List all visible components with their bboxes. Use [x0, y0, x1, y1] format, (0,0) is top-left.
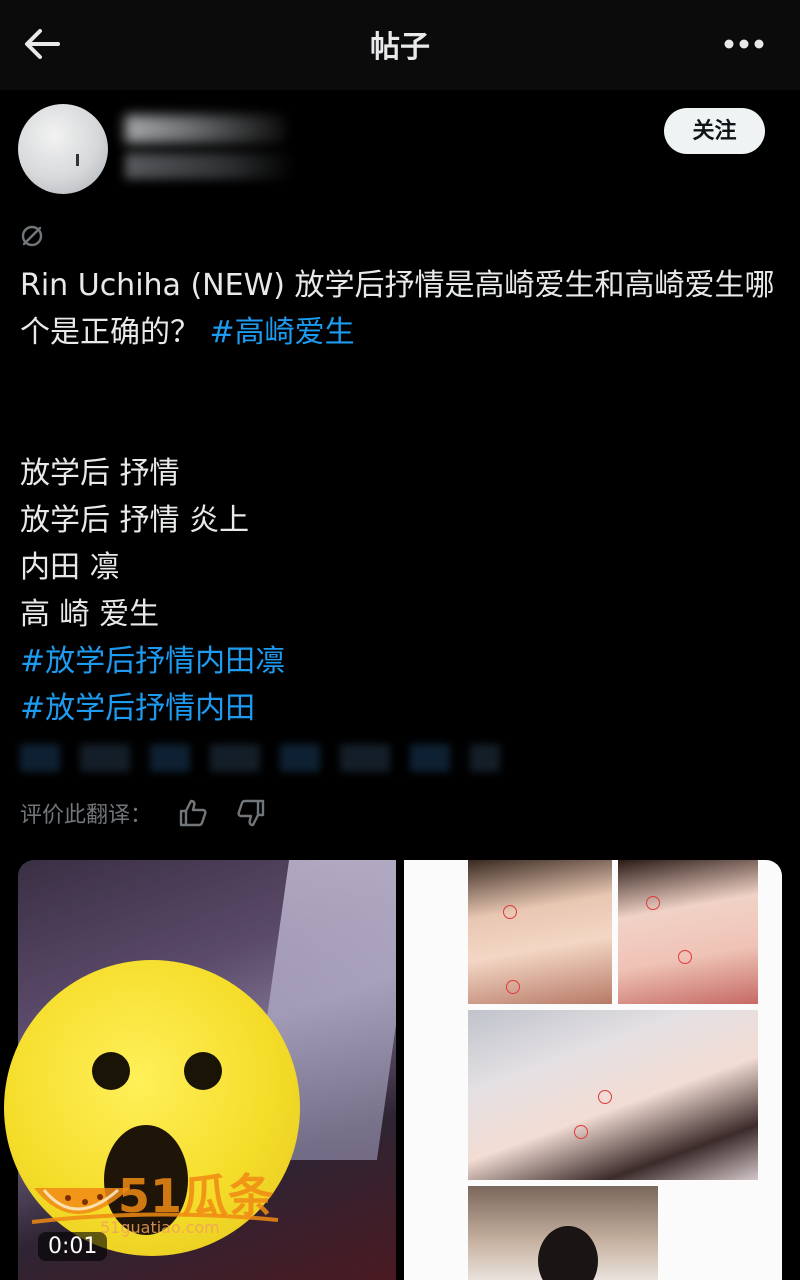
photo-face-4	[468, 1186, 658, 1280]
slashed-circle-icon	[21, 225, 43, 247]
post-line: 放学后 抒情	[20, 456, 180, 491]
photo-face-3	[468, 1010, 758, 1180]
thumbs-up-icon[interactable]	[178, 798, 208, 828]
author-name-redacted[interactable]	[125, 115, 285, 143]
page-title: 帖子	[370, 30, 430, 65]
more-horizontal-icon[interactable]	[724, 36, 764, 52]
hashtag-link[interactable]: #高崎爱生	[210, 315, 355, 350]
post-text: Rin Uchiha (NEW) 放学后抒情是高崎爱生和高崎爱生哪个是正确的？ …	[20, 262, 780, 732]
faded-text-overflow	[20, 744, 500, 772]
image-collage[interactable]	[404, 860, 782, 1280]
post-line: 内田 凛	[20, 550, 120, 585]
photo-face-1	[468, 860, 612, 1004]
hashtag-link[interactable]: #放学后抒情内田凛	[20, 638, 780, 685]
translation-rating-label: 评价此翻译：	[20, 803, 153, 828]
top-bar: 帖子	[0, 0, 800, 90]
post-line: 放学后 抒情 炎上	[20, 503, 250, 538]
follow-button[interactable]: 关注	[664, 108, 765, 154]
author-handle-redacted	[125, 153, 295, 179]
post-paragraph: Rin Uchiha (NEW) 放学后抒情是高崎爱生和高崎爱生哪个是正确的？	[20, 268, 775, 350]
photo-face-2	[618, 860, 758, 1004]
watermark-text: 51瓜条	[118, 1169, 275, 1223]
watermark-url: 51guatiao.com	[100, 1218, 220, 1237]
video-duration: 0:01	[38, 1232, 108, 1261]
avatar[interactable]	[18, 104, 108, 194]
translation-rating: 评价此翻译：	[20, 796, 294, 830]
post-line: 高 崎 爱生	[20, 597, 160, 632]
thumbs-down-icon[interactable]	[236, 798, 266, 828]
hashtag-link[interactable]: #放学后抒情内田	[20, 685, 780, 732]
